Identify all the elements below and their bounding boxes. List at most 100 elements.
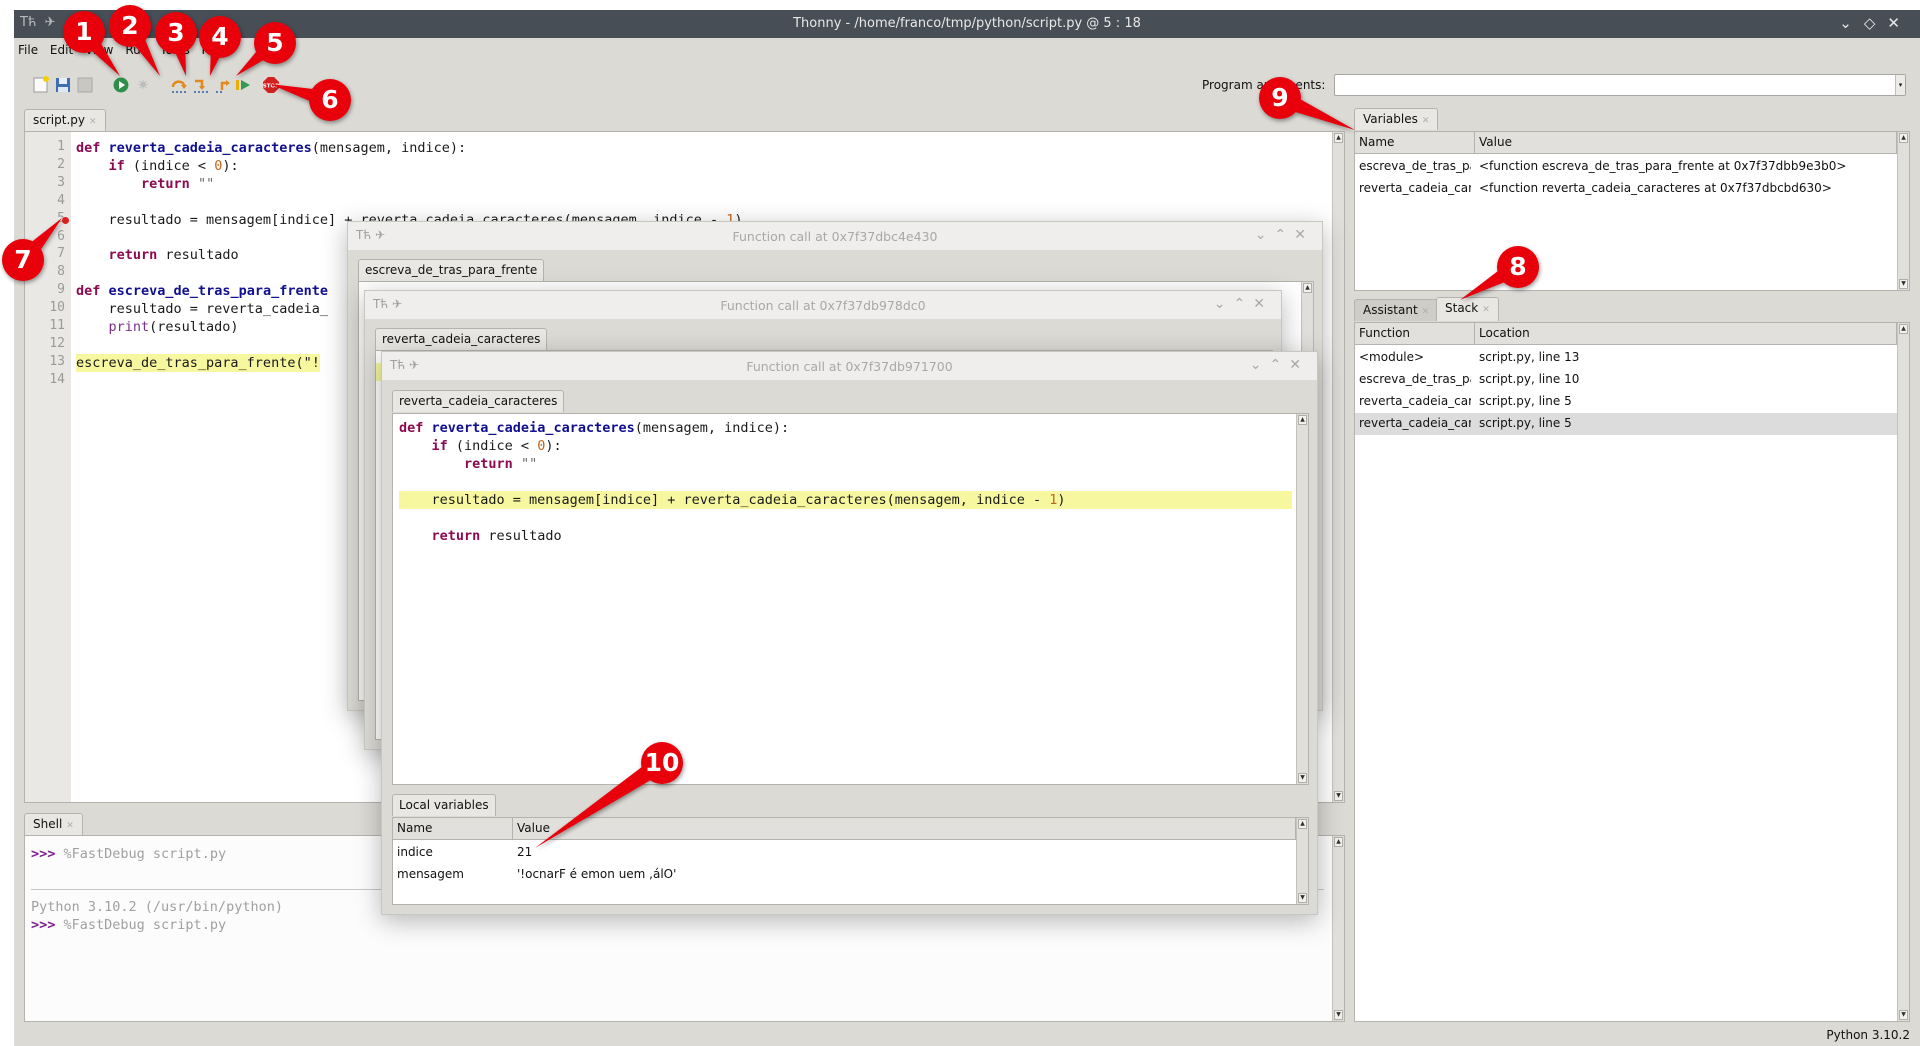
run-button[interactable] <box>110 74 132 96</box>
dialog-code-scrollbar[interactable]: ▲ ▼ <box>1296 414 1308 784</box>
dialog-code-tab[interactable]: reverta_cadeia_caracteres <box>392 390 565 412</box>
tab-close-icon[interactable]: ✕ <box>89 117 97 127</box>
dialog-code-tab[interactable]: reverta_cadeia_caracteres <box>375 328 548 350</box>
tab-close-icon[interactable]: ✕ <box>66 821 74 831</box>
editor-tab-script[interactable]: script.py ✕ <box>24 109 106 131</box>
new-file-icon <box>33 76 49 93</box>
interpreter-status[interactable]: Python 3.10.2 <box>1826 1028 1910 1042</box>
line-number[interactable]: 11 <box>35 318 65 333</box>
locals-scrollbar[interactable]: ▲ ▼ <box>1296 818 1308 904</box>
shell-line: >>> %FastDebug script.py <box>31 917 227 933</box>
annotation-marker-5: 5 <box>236 21 297 76</box>
step-into-icon <box>194 79 208 93</box>
close-icon[interactable]: ✕ <box>1887 14 1912 32</box>
title-bar[interactable]: Tћ ✈ Thonny - /home/franco/tmp/python/sc… <box>14 10 1920 38</box>
maximize-icon[interactable]: ⌃ <box>1234 296 1254 312</box>
step-over-button[interactable] <box>168 74 190 96</box>
line-number[interactable]: 1 <box>35 139 65 154</box>
column-header-value[interactable]: Value <box>1475 132 1897 154</box>
column-header-value[interactable]: Value <box>513 818 1296 840</box>
code-line[interactable]: escreva_de_tras_para_frente("! <box>76 353 320 372</box>
column-header-function[interactable]: Function <box>1355 323 1475 345</box>
line-number[interactable]: 5 <box>35 211 65 226</box>
maximize-icon[interactable]: ⌃ <box>1270 357 1290 373</box>
close-icon[interactable]: ✕ <box>1253 296 1273 312</box>
breakpoint-icon[interactable] <box>62 216 69 224</box>
close-icon[interactable]: ✕ <box>1289 357 1309 373</box>
minimize-icon[interactable]: ⌄ <box>1255 227 1275 243</box>
debug-button[interactable]: ✷ <box>132 74 154 96</box>
local-variables-panel: Name Value indice 21 mensagem '!ocnarF é e… <box>392 817 1309 905</box>
stack-scrollbar[interactable]: ▲ ▼ <box>1897 323 1909 1021</box>
column-header-name[interactable]: Name <box>393 818 513 840</box>
local-variable-row[interactable]: mensagem '!ocnarF é emon uem ,álO' <box>393 864 1296 886</box>
dialog-title-bar[interactable]: Tћ ✈ Function call at 0x7f37db978dc0 ⌄⌃✕ <box>365 291 1281 319</box>
dialog-code-tab[interactable]: escreva_de_tras_para_frente <box>358 259 545 281</box>
step-over-icon <box>171 80 187 93</box>
line-number[interactable]: 13 <box>35 354 65 369</box>
new-file-button[interactable] <box>30 74 52 96</box>
minimize-icon[interactable]: ⌄ <box>1214 296 1234 312</box>
stack-frame-row[interactable]: escreva_de_tras_pa script.py, line 10 <box>1355 369 1897 391</box>
assistant-tab[interactable]: Assistant ✕ <box>1354 299 1439 321</box>
variables-scrollbar[interactable]: ▲ ▼ <box>1897 132 1909 290</box>
save-button[interactable] <box>52 74 74 96</box>
code-line[interactable]: print(resultado) <box>76 318 239 336</box>
save-icon <box>56 78 70 92</box>
arguments-dropdown-arrow[interactable]: ▾ <box>1895 75 1905 95</box>
column-header-name[interactable]: Name <box>1355 132 1475 154</box>
shell-scrollbar[interactable]: ▲ ▼ <box>1332 836 1344 1021</box>
line-number[interactable]: 14 <box>35 372 65 387</box>
dialog-title-bar[interactable]: Tћ ✈ Function call at 0x7f37db971700 ⌄⌃✕ <box>382 352 1317 380</box>
editor-scrollbar[interactable]: ▲ ▼ <box>1332 132 1344 802</box>
menu-file[interactable]: File <box>14 40 42 60</box>
maximize-icon[interactable]: ⌃ <box>1275 227 1295 243</box>
stack-frame-row-selected[interactable]: reverta_cadeia_cara script.py, line 5 <box>1355 413 1897 435</box>
code-line[interactable]: def reverta_cadeia_caracteres(mensagem, … <box>76 139 466 157</box>
stop-button[interactable]: STOP <box>260 74 282 96</box>
line-number[interactable]: 3 <box>35 175 65 190</box>
tab-close-icon[interactable]: ✕ <box>1482 305 1490 315</box>
step-into-button[interactable] <box>190 74 212 96</box>
variable-row[interactable]: escreva_de_tras_pa <function escreva_de_t… <box>1355 156 1897 178</box>
resume-button[interactable] <box>232 74 254 96</box>
minimize-icon[interactable]: ⌄ <box>1839 14 1864 32</box>
line-number[interactable]: 4 <box>35 193 65 208</box>
stack-frame-row[interactable]: reverta_cadeia_cara script.py, line 5 <box>1355 391 1897 413</box>
annotation-marker-10: 10 <box>535 741 684 848</box>
code-line[interactable]: resultado = reverta_cadeia_ <box>76 300 328 318</box>
local-variables-tab[interactable]: Local variables <box>392 794 496 816</box>
line-number[interactable]: 12 <box>35 336 65 351</box>
local-variable-row[interactable]: indice 21 <box>393 842 1296 864</box>
step-out-button[interactable] <box>212 74 234 96</box>
maximize-icon[interactable]: ◇ <box>1864 14 1888 32</box>
code-line[interactable]: return resultado <box>76 246 239 264</box>
line-number[interactable]: 10 <box>35 300 65 315</box>
annotation-marker-4: 4 <box>198 15 242 76</box>
run-icon <box>113 77 129 93</box>
column-header-location[interactable]: Location <box>1475 323 1897 345</box>
tab-close-icon[interactable]: ✕ <box>1422 307 1430 317</box>
shell-tab[interactable]: Shell ✕ <box>24 813 83 835</box>
annotation-marker-7: 7 <box>1 218 62 282</box>
tab-close-icon[interactable]: ✕ <box>1422 116 1430 126</box>
variable-row[interactable]: reverta_cadeia_cara <function reverta_cad… <box>1355 178 1897 200</box>
code-line[interactable]: return "" <box>76 175 214 193</box>
annotation-marker-8: 8 <box>1460 245 1540 300</box>
minimize-icon[interactable]: ⌄ <box>1250 357 1270 373</box>
code-line[interactable]: def escreva_de_tras_para_frente <box>76 282 328 300</box>
annotation-marker-3: 3 <box>154 11 198 76</box>
program-arguments-input[interactable]: ▾ <box>1334 74 1906 96</box>
shell-line: Python 3.10.2 (/usr/bin/python) <box>31 899 283 915</box>
stack-frame-row[interactable]: <module> script.py, line 13 <box>1355 347 1897 369</box>
annotation-marker-9: 9 <box>1258 76 1355 130</box>
dialog-title-bar[interactable]: Tћ ✈ Function call at 0x7f37dbc4e430 ⌄⌃✕ <box>348 222 1322 250</box>
dialog-code-view[interactable]: ▲ ▼ def reverta_cadeia_caracteres(mensage… <box>392 413 1309 785</box>
line-number[interactable]: 9 <box>35 282 65 297</box>
code-line[interactable]: if (indice < 0): <box>76 157 239 175</box>
stack-tab[interactable]: Stack ✕ <box>1436 297 1499 321</box>
variables-tab[interactable]: Variables ✕ <box>1354 108 1439 130</box>
function-call-dialog-active[interactable]: Tћ ✈ Function call at 0x7f37db971700 ⌄⌃✕ r… <box>381 351 1318 915</box>
line-number[interactable]: 2 <box>35 157 65 172</box>
close-icon[interactable]: ✕ <box>1294 227 1314 243</box>
